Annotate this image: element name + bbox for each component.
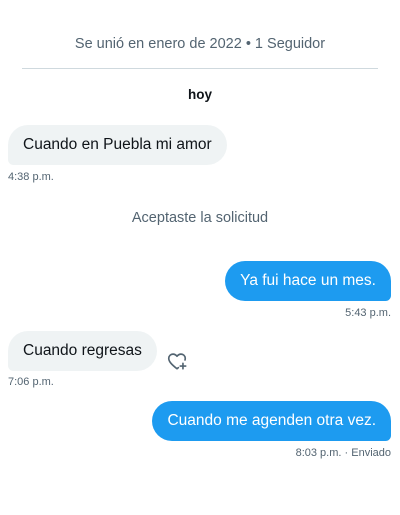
message-bubble-outgoing[interactable]: Cuando me agenden otra vez. <box>152 401 391 441</box>
message-bubble-outgoing[interactable]: Ya fui hace un mes. <box>225 261 391 301</box>
sent-status: · Enviado <box>344 447 391 459</box>
message-timestamp: 4:38 p.m. <box>8 171 54 183</box>
divider <box>22 68 378 69</box>
system-notice: Aceptaste la solicitud <box>131 210 269 226</box>
message-timestamp: 8:03 p.m. <box>295 447 342 459</box>
message-timestamp: 7:06 p.m. <box>8 376 54 388</box>
day-label: hoy <box>187 87 212 102</box>
heart-plus-icon[interactable] <box>166 350 188 372</box>
message-bubble-incoming[interactable]: Cuando regresas <box>8 331 157 371</box>
message-bubble-incoming[interactable]: Cuando en Puebla mi amor <box>8 125 227 165</box>
join-info: Se unió en enero de 2022 • 1 Seguidor <box>74 36 326 52</box>
message-status: 8:03 p.m. · Enviado <box>296 447 391 459</box>
message-timestamp: 5:43 p.m. <box>345 307 391 319</box>
